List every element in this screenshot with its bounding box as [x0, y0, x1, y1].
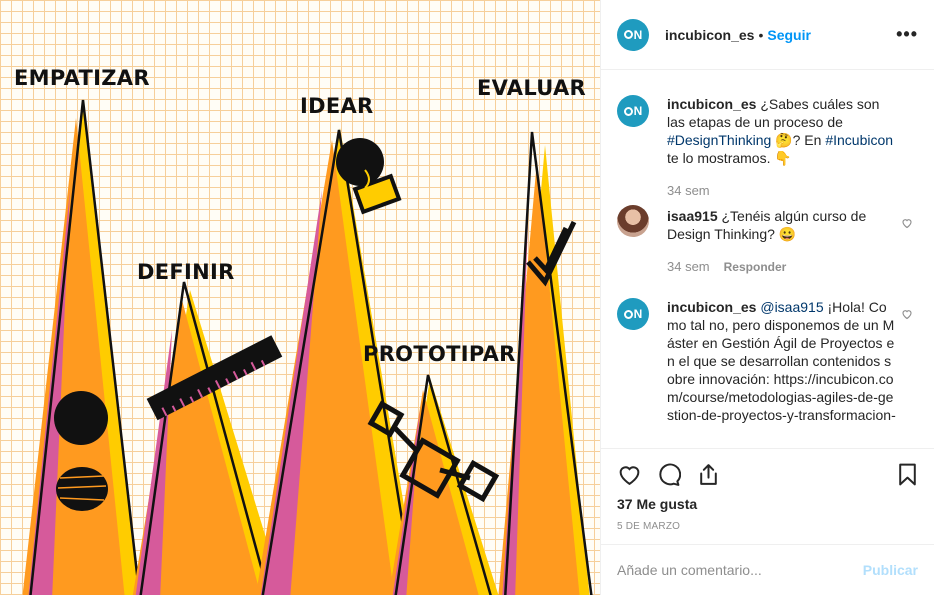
label-define: DEFINIR — [137, 260, 235, 284]
header-username[interactable]: incubicon_es — [665, 27, 754, 43]
logo-ring-icon — [623, 106, 633, 116]
follow-button[interactable]: Seguir — [767, 27, 811, 43]
avatar-logo-text: N — [633, 104, 643, 118]
action-bar — [601, 448, 934, 500]
like-comment-heart-icon[interactable] — [901, 308, 913, 320]
pointing-down-emoji: 👇 — [774, 150, 792, 166]
comment-text: incubicon_es @isaa915 ¡Hola! Como tal no… — [667, 298, 897, 424]
label-empathize: EMPATIZAR — [14, 66, 150, 90]
comment-username[interactable]: incubicon_es — [667, 299, 756, 315]
post-header: N incubicon_es • Seguir ••• — [601, 0, 934, 70]
likes-count[interactable]: 37 Me gusta — [617, 496, 697, 512]
scribble-shape — [56, 467, 108, 511]
logo-ring-icon — [623, 309, 633, 319]
comment-bubble-icon[interactable] — [656, 462, 681, 487]
avatar[interactable]: N — [617, 95, 649, 127]
save-bookmark-icon[interactable] — [895, 462, 920, 487]
comment-time[interactable]: 34 sem — [667, 259, 710, 274]
label-evaluate: EVALUAR — [477, 76, 586, 100]
add-comment-bar: Publicar — [601, 544, 934, 595]
hashtag-link[interactable]: #DesignThinking — [667, 132, 771, 148]
post-date[interactable]: 5 DE MARZO — [617, 521, 680, 532]
comment-body: ¡Hola! Como tal no, pero disponemos de u… — [667, 299, 896, 423]
comments-list[interactable]: N incubicon_es ¿Sabes cuáles son las eta… — [601, 71, 934, 448]
hashtag-link[interactable]: #Incubicon — [825, 132, 893, 148]
avatar[interactable]: N — [617, 18, 649, 51]
post-image[interactable]: EMPATIZAR DEFINIR IDEAR PROTOTIPAR EVALU… — [0, 0, 600, 595]
post-side-panel: N incubicon_es • Seguir ••• N incubicon_… — [600, 0, 934, 595]
label-prototype: PROTOTIPAR — [363, 342, 516, 366]
comment-username[interactable]: isaa915 — [667, 208, 718, 224]
caption-text: incubicon_es ¿Sabes cuáles son las etapa… — [667, 95, 897, 167]
comment-meta: 34 sem Responder — [667, 259, 786, 274]
reply-button[interactable]: Responder — [724, 260, 787, 274]
caption-text-part: ? En — [792, 132, 822, 148]
circle-shape — [54, 391, 108, 445]
logo-ring-icon — [623, 30, 633, 39]
mountain-define — [132, 281, 284, 595]
comment-text: isaa915 ¿Tenéis algún curso de Design Th… — [667, 207, 897, 243]
share-icon[interactable] — [696, 462, 721, 487]
mention-link[interactable]: @isaa915 — [760, 299, 823, 315]
avatar-logo-text: N — [633, 307, 643, 321]
publish-button[interactable]: Publicar — [863, 562, 918, 578]
avatar[interactable]: N — [617, 298, 649, 330]
avatar-logo-text: N — [633, 27, 643, 42]
comment-input[interactable] — [617, 562, 863, 578]
caption-username[interactable]: incubicon_es — [667, 96, 756, 112]
header-separator: • — [758, 26, 764, 43]
avatar[interactable] — [617, 205, 649, 237]
label-ideate: IDEAR — [300, 94, 374, 118]
more-options-icon[interactable]: ••• — [896, 24, 918, 45]
mountain-empathize — [22, 99, 141, 595]
thinking-emoji: 🤔 — [775, 132, 793, 148]
instagram-post: EMPATIZAR DEFINIR IDEAR PROTOTIPAR EVALU… — [0, 0, 934, 595]
caption-time[interactable]: 34 sem — [667, 183, 710, 198]
grinning-emoji: 😀 — [778, 226, 797, 242]
like-heart-icon[interactable] — [617, 462, 642, 487]
like-comment-heart-icon[interactable] — [901, 217, 913, 229]
caption-text-part: te lo mostramos. — [667, 150, 771, 166]
